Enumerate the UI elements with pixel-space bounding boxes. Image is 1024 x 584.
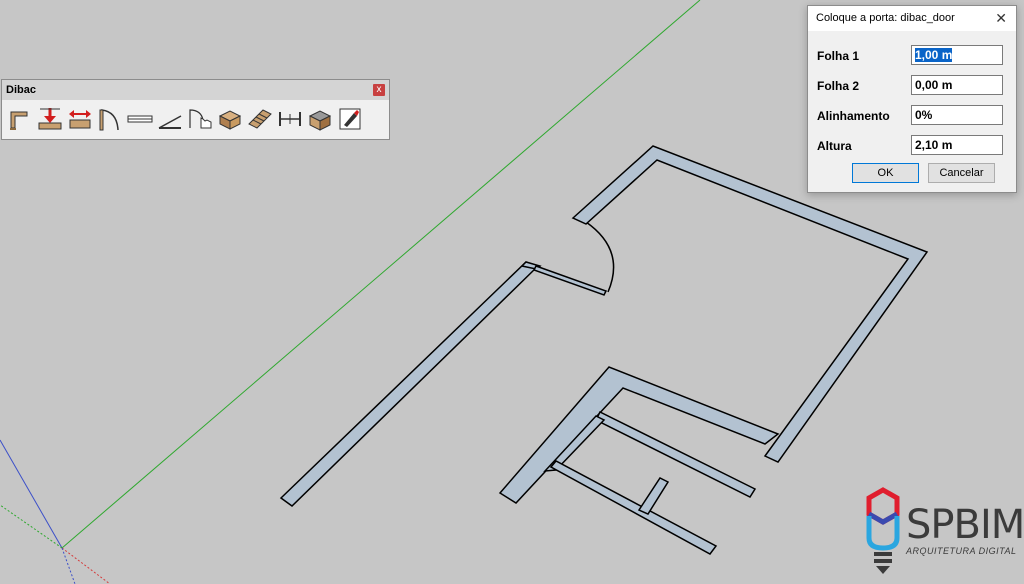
blue-axis [0,439,63,549]
red-axis [61,547,111,584]
field-label: Folha 1 [817,49,860,63]
alinhamento-input[interactable]: 0% [911,105,1003,125]
cancel-button[interactable]: Cancelar [928,163,995,183]
folha-1-input[interactable]: 1,00 m [911,45,1003,65]
field-label: Folha 2 [817,79,860,93]
field-alinhamento: Alinhamento 0% [817,104,1007,128]
wall-left[interactable] [279,261,540,507]
hand-pointer-icon[interactable] [186,103,213,135]
altura-input[interactable]: 2,10 m [911,135,1003,155]
toolbar-icons [6,103,363,137]
wall-bottom-stub[interactable] [637,477,670,515]
field-label: Altura [817,139,852,153]
toolbar-close-button[interactable]: x [373,84,385,96]
toolbar-title: Dibac [2,80,389,100]
field-folha-1: Folha 1 1,00 m [817,44,1007,68]
wall-upper-room[interactable] [571,145,929,463]
dialog-title-bar: Coloque a porta: dibac_door ✕ [808,6,1016,31]
green-axis-dashed [0,504,63,549]
folha-1-value: 1,00 m [915,48,953,62]
spbim-logo: SPBIM ARQUITETURA DIGITAL [860,486,1024,578]
door-swing-icon[interactable] [96,103,123,135]
logo-text: SPBIM [906,502,1024,548]
logo-subtitle: ARQUITETURA DIGITAL [906,546,1017,556]
door-swing-arc [585,221,615,293]
wall-bottom-corridor[interactable] [549,460,718,555]
dimension-icon[interactable] [276,103,303,135]
ok-button[interactable]: OK [852,163,919,183]
stretch-icon[interactable] [66,103,93,135]
3d-object-icon[interactable] [216,103,243,135]
dibac-toolbar: Dibac x [1,79,390,140]
door-placement-dialog: Coloque a porta: dibac_door ✕ Folha 1 1,… [807,5,1017,193]
dialog-title: Coloque a porta: dibac_door [816,12,955,24]
furniture-icon[interactable] [306,103,333,135]
edit-icon[interactable] [336,103,363,135]
door-leaf[interactable] [532,265,608,296]
wall-tool-icon[interactable] [6,103,33,135]
folha-2-input[interactable]: 0,00 m [911,75,1003,95]
window-icon[interactable] [126,103,153,135]
insert-door-icon[interactable] [36,103,63,135]
close-icon[interactable]: ✕ [995,6,1007,31]
stairs-icon[interactable] [246,103,273,135]
lightbulb-logo-icon [866,487,900,574]
stair-line-icon[interactable] [156,103,183,135]
field-altura: Altura 2,10 m [817,134,1007,158]
field-label: Alinhamento [817,109,890,123]
field-folha-2: Folha 2 0,00 m [817,74,1007,98]
